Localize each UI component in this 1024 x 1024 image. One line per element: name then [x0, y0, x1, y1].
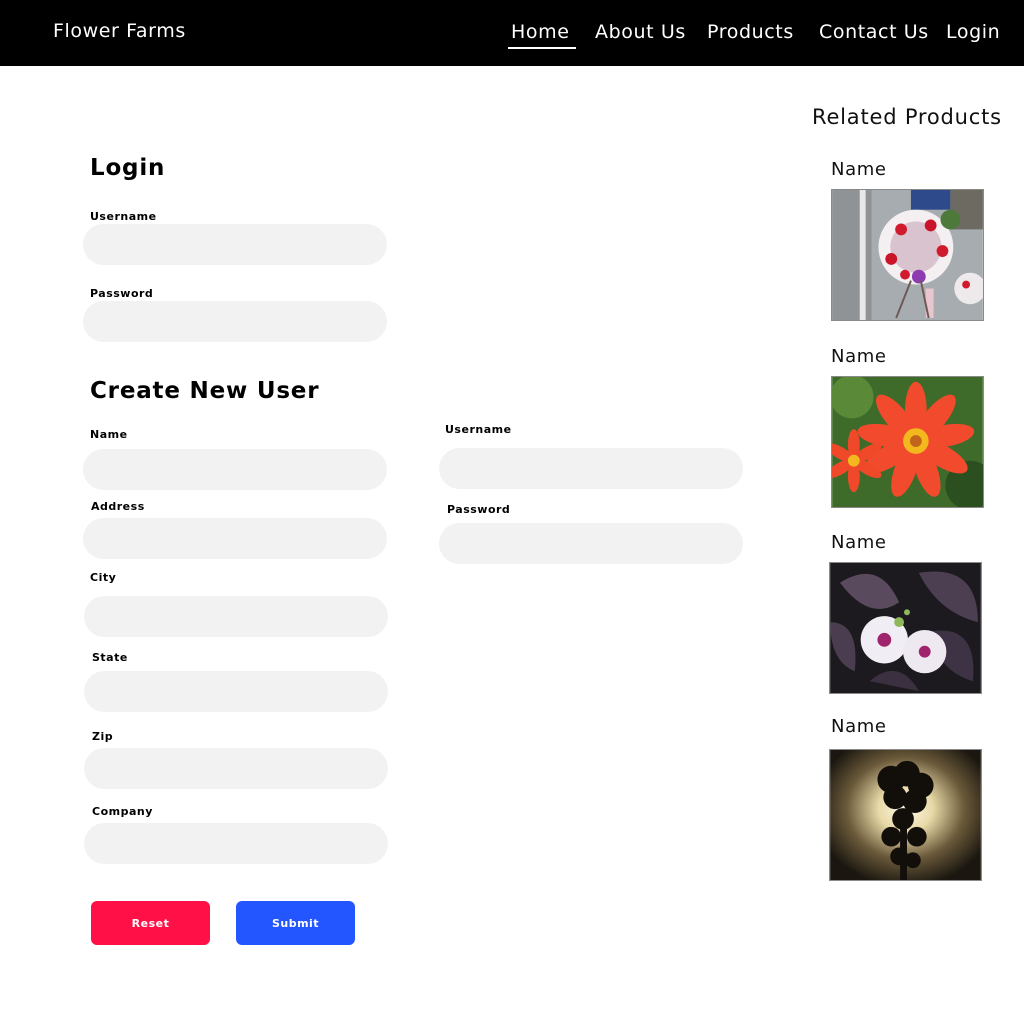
address-label: Address	[91, 500, 145, 513]
state-label: State	[92, 651, 128, 664]
related-products-title: Related Products	[812, 105, 1002, 129]
new-username-label: Username	[445, 423, 512, 436]
product-image-2[interactable]	[831, 376, 984, 508]
red-dahlia-image	[832, 377, 983, 507]
create-user-title: Create New User	[90, 378, 320, 404]
product-image-3[interactable]	[829, 562, 982, 694]
flower-silhouette-image	[830, 750, 981, 880]
top-nav-bar: Flower Farms Home About Us Products Cont…	[0, 0, 1024, 66]
flower-wreath-street-image	[832, 190, 983, 320]
company-label: Company	[92, 805, 153, 818]
nav-home[interactable]: Home	[511, 21, 570, 43]
company-input[interactable]	[84, 823, 388, 864]
new-password-input[interactable]	[439, 523, 743, 564]
nav-active-underline	[508, 47, 576, 49]
login-title: Login	[90, 155, 166, 181]
submit-button[interactable]: Submit	[236, 901, 355, 945]
nav-contact-us[interactable]: Contact Us	[819, 21, 929, 43]
login-username-input[interactable]	[83, 224, 387, 265]
product-name-2[interactable]: Name	[831, 346, 887, 367]
zip-label: Zip	[92, 730, 114, 743]
nav-login[interactable]: Login	[946, 21, 1000, 43]
login-password-label: Password	[90, 287, 154, 300]
product-name-4[interactable]: Name	[831, 716, 887, 737]
zip-input[interactable]	[84, 748, 388, 789]
reset-button[interactable]: Reset	[91, 901, 210, 945]
product-image-4[interactable]	[829, 749, 982, 881]
login-password-input[interactable]	[83, 301, 387, 342]
product-image-1[interactable]	[831, 189, 984, 321]
new-password-label: Password	[447, 503, 511, 516]
name-label: Name	[90, 428, 128, 441]
name-input[interactable]	[83, 449, 387, 490]
product-name-3[interactable]: Name	[831, 532, 887, 553]
nav-products[interactable]: Products	[707, 21, 794, 43]
address-input[interactable]	[83, 518, 387, 559]
product-name-1[interactable]: Name	[831, 159, 887, 180]
state-input[interactable]	[84, 671, 388, 712]
city-label: City	[90, 571, 117, 584]
login-username-label: Username	[90, 210, 157, 223]
city-input[interactable]	[84, 596, 388, 637]
morning-glory-image	[830, 563, 981, 693]
nav-about-us[interactable]: About Us	[595, 21, 686, 43]
brand-logo-text[interactable]: Flower Farms	[53, 20, 186, 42]
new-username-input[interactable]	[439, 448, 743, 489]
